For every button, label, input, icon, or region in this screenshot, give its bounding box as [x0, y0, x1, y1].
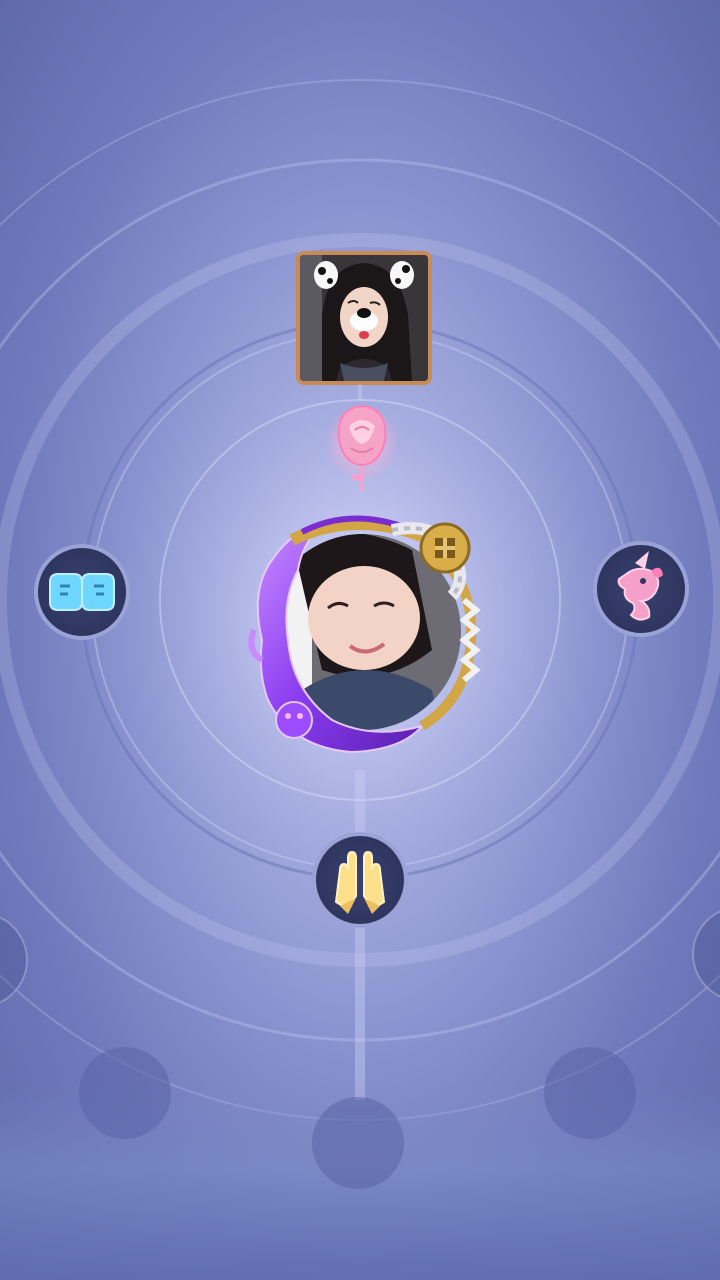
- empty-slot-left[interactable]: [79, 1047, 171, 1139]
- high-five-icon: [334, 850, 386, 914]
- center-player-avatar[interactable]: [232, 500, 494, 762]
- high-five-action[interactable]: [312, 832, 408, 928]
- purple-flame-dragon-frame: [248, 515, 481, 754]
- empty-slot-center[interactable]: [312, 1097, 404, 1189]
- unicorn-action[interactable]: [593, 541, 689, 637]
- fist-bump-action[interactable]: [34, 544, 130, 640]
- unicorn-icon: [617, 551, 663, 621]
- player-photo-with-dog-filter: [300, 255, 428, 381]
- fist-bump-icon: [49, 573, 115, 611]
- rose-icon: [327, 404, 397, 492]
- empty-slot-right[interactable]: [544, 1047, 636, 1139]
- top-player-avatar-frame[interactable]: [296, 251, 432, 385]
- interaction-wheel-screen: [0, 0, 720, 1280]
